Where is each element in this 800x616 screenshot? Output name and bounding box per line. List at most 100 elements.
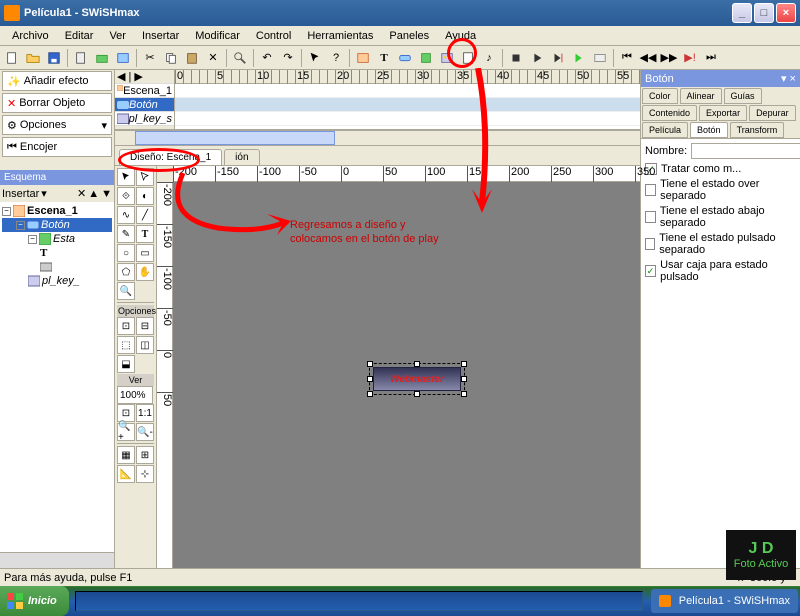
- tab-alinear[interactable]: Alinear: [680, 88, 722, 104]
- close-button[interactable]: ×: [776, 3, 796, 23]
- insert-text-icon[interactable]: T: [374, 48, 394, 68]
- cut-button[interactable]: ✂: [140, 48, 160, 68]
- menu-control[interactable]: Control: [248, 28, 299, 44]
- file-button[interactable]: [71, 48, 91, 68]
- save-button[interactable]: [44, 48, 64, 68]
- chk-caja[interactable]: ✓Usar caja para estado pulsado: [645, 259, 796, 283]
- outline-tree[interactable]: − Escena_1 − Botón − Esta T: [0, 202, 114, 552]
- taskbar-item-swishmax[interactable]: Película1 - SWiSHmax: [651, 589, 798, 613]
- quicklaunch[interactable]: [75, 591, 643, 611]
- expand-icon[interactable]: −: [28, 235, 37, 244]
- tab-design[interactable]: Diseño: Escena_1: [119, 149, 222, 165]
- add-effect-button[interactable]: ✨Añadir efecto: [2, 71, 112, 91]
- opt-4[interactable]: ◫: [136, 336, 154, 354]
- tab-depurar[interactable]: Depurar: [749, 105, 796, 121]
- opt-2[interactable]: ⊟: [136, 317, 154, 335]
- tab-contenido[interactable]: Contenido: [642, 105, 697, 121]
- timeline-grid[interactable]: 05101520253035404550556065: [175, 70, 640, 129]
- tree-boton[interactable]: − Botón: [2, 218, 112, 232]
- goto-start-button[interactable]: ⏮: [617, 48, 637, 68]
- tree-scene[interactable]: − Escena_1: [2, 204, 112, 218]
- tab-transform[interactable]: Transform: [730, 122, 785, 138]
- play-button[interactable]: [527, 48, 547, 68]
- tab-guias[interactable]: Guías: [724, 88, 762, 104]
- zoom-tool[interactable]: 🔍: [117, 282, 135, 300]
- guides-toggle[interactable]: ⊹: [136, 465, 154, 483]
- menu-archivo[interactable]: Archivo: [4, 28, 57, 44]
- menu-paneles[interactable]: Paneles: [381, 28, 437, 44]
- zoom-input[interactable]: [117, 386, 153, 404]
- insert-button-icon[interactable]: [395, 48, 415, 68]
- tab-exportar[interactable]: Exportar: [699, 105, 747, 121]
- reshape-tool[interactable]: ⟐: [117, 187, 135, 205]
- redo-button[interactable]: ↷: [278, 48, 298, 68]
- name-input[interactable]: [691, 143, 800, 159]
- zoom-fit[interactable]: ⊡: [117, 404, 135, 422]
- rect-tool[interactable]: ▭: [136, 244, 154, 262]
- line-tool[interactable]: ╱: [136, 206, 154, 224]
- new-button[interactable]: [2, 48, 22, 68]
- tree-down-icon[interactable]: ▼: [101, 188, 112, 200]
- menu-ayuda[interactable]: Ayuda: [437, 28, 484, 44]
- tab-color[interactable]: Color: [642, 88, 678, 104]
- timeline-hscroll[interactable]: [115, 130, 640, 146]
- subselect-tool[interactable]: [136, 168, 154, 186]
- resize-handle-s[interactable]: [414, 391, 420, 397]
- paste-button[interactable]: [182, 48, 202, 68]
- tree-plkey[interactable]: pl_key_: [2, 274, 112, 288]
- resize-handle-w[interactable]: [367, 376, 373, 382]
- tab-pelicula[interactable]: Película: [642, 122, 688, 138]
- motion-path-tool[interactable]: ∿: [117, 206, 135, 224]
- resize-handle-sw[interactable]: [367, 391, 373, 397]
- options-button[interactable]: ⚙Opciones▾: [2, 115, 112, 135]
- opt-5[interactable]: ⬓: [117, 355, 135, 373]
- menu-herramientas[interactable]: Herramientas: [299, 28, 381, 44]
- tl-plkey-row[interactable]: pl_key_s: [115, 112, 174, 126]
- maximize-button[interactable]: □: [754, 3, 774, 23]
- zoom-out-icon[interactable]: 🔍-: [136, 423, 154, 441]
- opt-1[interactable]: ⊡: [117, 317, 135, 335]
- preview-button[interactable]: [590, 48, 610, 68]
- html-button[interactable]: [113, 48, 133, 68]
- tree-x-icon[interactable]: ✕: [77, 187, 86, 200]
- stop-button[interactable]: [506, 48, 526, 68]
- play-scene-button[interactable]: [548, 48, 568, 68]
- play-marker-button[interactable]: ▶!: [680, 48, 700, 68]
- insert-image-icon[interactable]: [437, 48, 457, 68]
- minimize-button[interactable]: _: [732, 3, 752, 23]
- export-button[interactable]: [92, 48, 112, 68]
- rulers-toggle[interactable]: 📐: [117, 465, 135, 483]
- step-fwd-button[interactable]: ▶▶: [659, 48, 679, 68]
- tl-scene-row[interactable]: Escena_1: [115, 84, 174, 98]
- help-cursor-button[interactable]: ?: [326, 48, 346, 68]
- shrink-button[interactable]: ⏮Encojer: [2, 137, 112, 157]
- tree-up-icon[interactable]: ▲: [88, 188, 99, 200]
- expand-icon[interactable]: −: [2, 207, 11, 216]
- tab-boton[interactable]: Botón: [690, 122, 728, 138]
- zoom-in-icon[interactable]: 🔍+: [117, 423, 135, 441]
- expand-icon[interactable]: −: [16, 221, 25, 230]
- open-button[interactable]: [23, 48, 43, 68]
- resize-handle-n[interactable]: [414, 361, 420, 367]
- start-button[interactable]: Inicio: [0, 586, 69, 616]
- find-button[interactable]: [230, 48, 250, 68]
- insert-sound-icon[interactable]: ♪: [479, 48, 499, 68]
- select-tool[interactable]: [117, 168, 135, 186]
- menu-insertar[interactable]: Insertar: [134, 28, 187, 44]
- insert-sprite-icon[interactable]: [416, 48, 436, 68]
- tree-esta[interactable]: − Esta: [2, 232, 112, 246]
- canvas[interactable]: Webmaster: [173, 182, 640, 568]
- pencil-tool[interactable]: ✎: [117, 225, 135, 243]
- tree-text-item[interactable]: T: [2, 246, 112, 260]
- chk-tratar[interactable]: ✓Tratar como m...: [645, 163, 796, 175]
- ellipse-tool[interactable]: ○: [117, 244, 135, 262]
- menu-editar[interactable]: Editar: [57, 28, 102, 44]
- copy-button[interactable]: [161, 48, 181, 68]
- tl-nav[interactable]: ◀ | ▶: [115, 70, 174, 84]
- chk-pulsado[interactable]: Tiene el estado pulsado separado: [645, 232, 796, 256]
- selected-object[interactable]: Webmaster: [373, 367, 461, 391]
- snap-toggle[interactable]: ⊞: [136, 446, 154, 464]
- chk-over[interactable]: Tiene el estado over separado: [645, 178, 796, 202]
- panel-menu-icon[interactable]: ▾ ×: [781, 72, 796, 85]
- menu-modificar[interactable]: Modificar: [187, 28, 248, 44]
